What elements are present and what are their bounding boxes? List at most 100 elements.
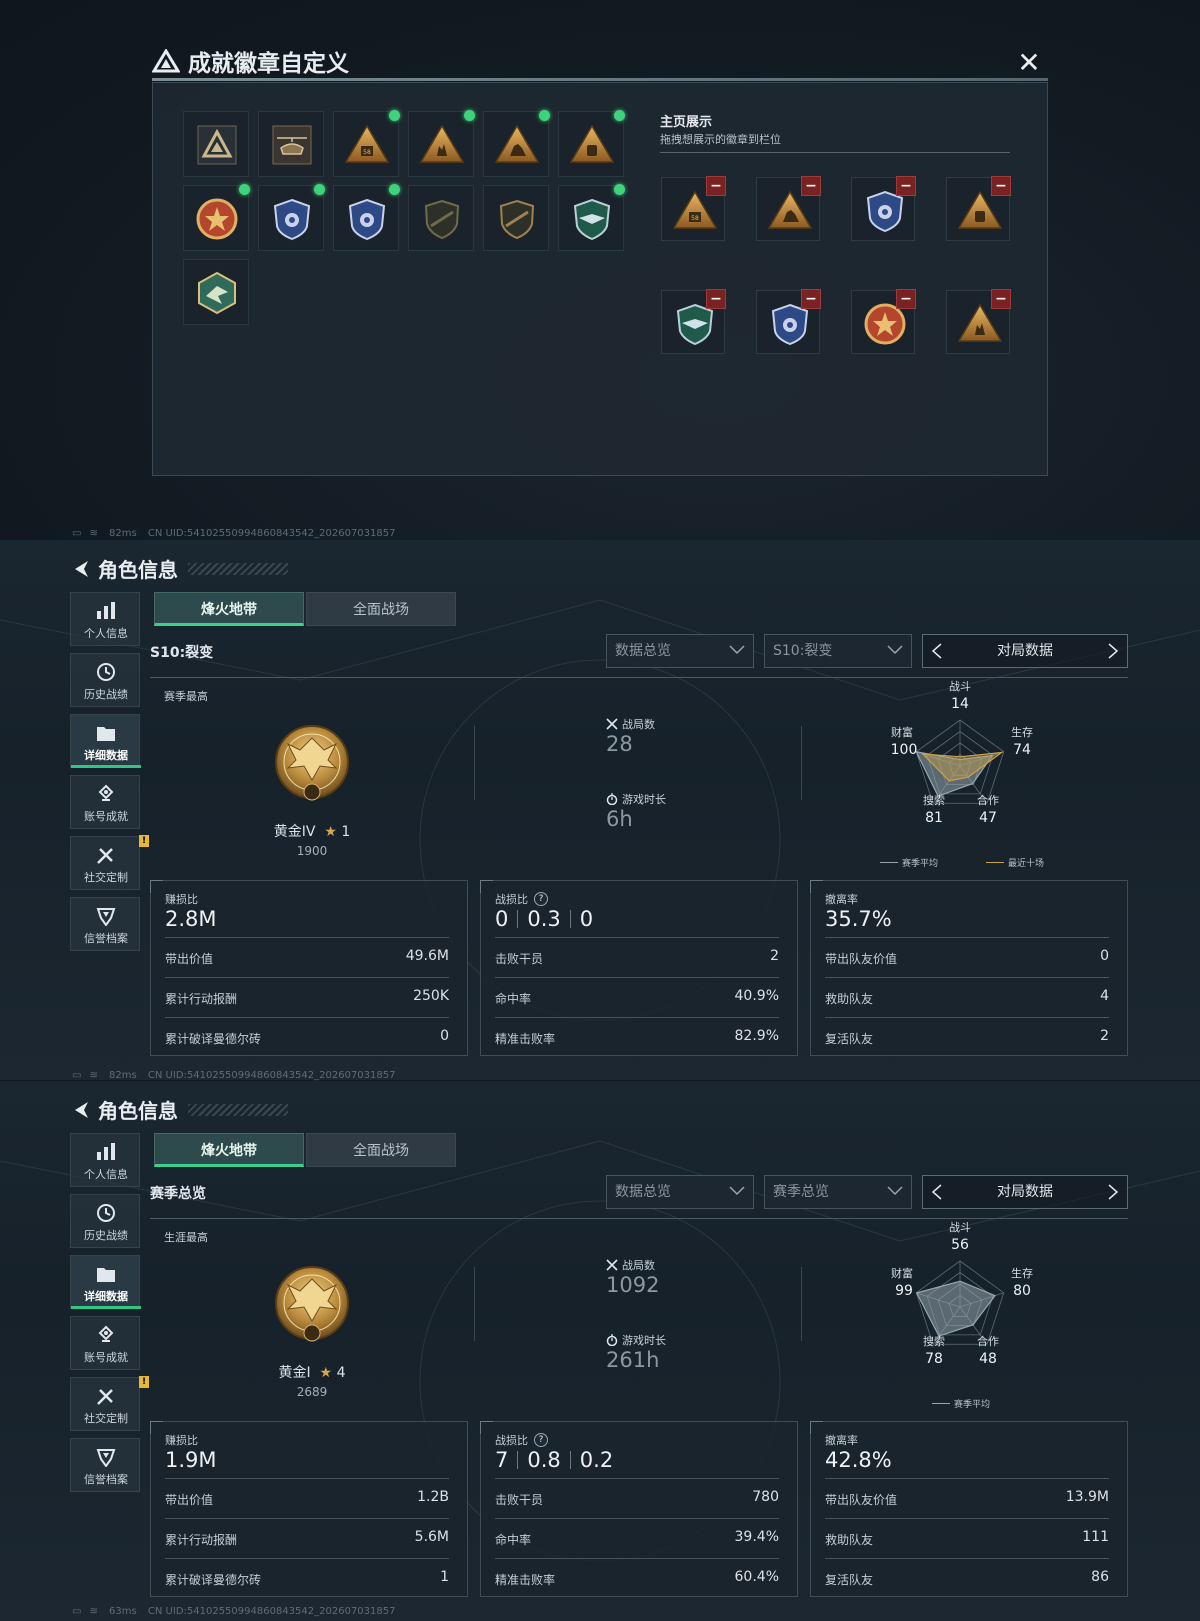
tab-full-battlefield[interactable]: 全面战场 <box>306 1133 456 1167</box>
remove-badge-button[interactable]: − <box>706 289 726 309</box>
help-icon[interactable]: ? <box>534 892 548 906</box>
mode-tabs: 烽火地带 全面战场 <box>154 1133 456 1167</box>
stat-label: 复活队友 <box>825 1032 874 1046</box>
stat-value: 0 <box>440 1028 449 1044</box>
display-slot[interactable]: 58 − <box>661 176 726 241</box>
nav-item[interactable]: 详细数据 <box>70 714 141 768</box>
stat-row: 复活队友 2 <box>825 1017 1109 1057</box>
display-slot[interactable]: − <box>851 176 916 241</box>
nav-item[interactable]: 详细数据 <box>70 1255 141 1309</box>
owned-badge-slot[interactable] <box>333 184 400 251</box>
nav-item[interactable]: 社交定制! <box>70 1376 149 1431</box>
display-slot[interactable]: − <box>946 289 1011 354</box>
nav-item[interactable]: 信誉档案 <box>70 897 140 951</box>
display-slot[interactable]: − <box>661 289 726 354</box>
stat-row: 累计行动报酬 5.6M <box>165 1518 449 1558</box>
chevron-left-icon[interactable] <box>931 1184 943 1200</box>
stopwatch-icon <box>606 793 618 805</box>
data-overview-dropdown[interactable]: 数据总览 <box>606 634 754 668</box>
divider <box>474 726 475 800</box>
page-title: 角色信息 <box>98 558 178 582</box>
back-arrow-icon[interactable] <box>70 1098 92 1122</box>
stat-row: 复活队友 86 <box>825 1558 1109 1598</box>
remove-badge-button[interactable]: − <box>991 176 1011 196</box>
display-slot[interactable]: − <box>756 176 821 241</box>
chevron-left-icon[interactable] <box>931 643 943 659</box>
season-dropdown[interactable]: S10:裂变 <box>764 634 912 668</box>
nav-item[interactable]: 社交定制! <box>70 835 149 890</box>
owned-badge-slot[interactable] <box>408 110 475 177</box>
backpack-58-triangle-icon: 58 <box>344 124 390 163</box>
hand-sign-triangle-icon <box>419 124 465 163</box>
pager-label: 对局数据 <box>997 1184 1053 1200</box>
owned-badge-slot[interactable] <box>483 110 550 177</box>
tab-warzone[interactable]: 烽火地带 <box>154 1133 304 1167</box>
nav-item-label: 信誉档案 <box>84 1473 128 1486</box>
equipped-indicator <box>239 184 250 195</box>
chevron-right-icon[interactable] <box>1107 1184 1119 1200</box>
nav-item[interactable]: 账号成就 <box>70 1316 140 1370</box>
bar-chart-icon <box>97 1143 115 1160</box>
nav-item[interactable]: 信誉档案 <box>70 1438 140 1492</box>
nav-item[interactable]: 账号成就 <box>70 775 140 829</box>
nav-item-label: 个人信息 <box>84 1168 128 1181</box>
stat-value: 60.4% <box>734 1569 779 1585</box>
radar-value-label: 100 <box>891 742 918 758</box>
display-slot[interactable]: − <box>851 289 916 354</box>
kd-value: 7 <box>495 1448 509 1472</box>
stat-value: 1.2B <box>417 1489 449 1505</box>
owned-badge-slot[interactable] <box>183 111 249 177</box>
stat-value: 0 <box>1100 948 1109 964</box>
rifle-shield-icon <box>424 199 460 240</box>
stat-label: 带出队友价值 <box>825 952 898 966</box>
radar-axis-label: 生存 <box>1011 1266 1033 1280</box>
nav-item[interactable]: 历史战绩 <box>70 1194 140 1248</box>
tab-warzone[interactable]: 烽火地带 <box>154 592 304 626</box>
remove-badge-button[interactable]: − <box>991 289 1011 309</box>
remove-badge-button[interactable]: − <box>896 289 916 309</box>
divider <box>569 910 571 928</box>
battery-icon: ▭ <box>72 528 82 539</box>
match-data-pager: 对局数据 <box>922 634 1128 668</box>
owned-badge-slot[interactable] <box>483 185 549 251</box>
owned-badge-slot[interactable] <box>558 184 625 251</box>
owned-badge-slot[interactable] <box>408 185 474 251</box>
stat-label: 累计破译曼德尔砖 <box>165 1032 262 1046</box>
owned-badge-slot[interactable]: 58 <box>333 110 400 177</box>
stat-row: 累计破译曼德尔砖 0 <box>165 1017 449 1057</box>
display-slot[interactable]: − <box>756 289 821 354</box>
remove-badge-button[interactable]: − <box>801 289 821 309</box>
chevron-right-icon[interactable] <box>1107 643 1119 659</box>
divider <box>801 1267 802 1341</box>
stat-value: 39.4% <box>734 1529 779 1545</box>
owned-badge-slot[interactable] <box>183 259 249 325</box>
owned-badge-slot[interactable] <box>183 184 250 251</box>
remove-badge-button[interactable]: − <box>896 176 916 196</box>
remove-badge-button[interactable]: − <box>801 176 821 196</box>
nav-item[interactable]: 个人信息 <box>70 1133 140 1187</box>
equipped-indicator <box>614 184 625 195</box>
radar-axis-label: 战斗 <box>949 1221 971 1234</box>
nav-item-label: 账号成就 <box>84 1351 128 1364</box>
section-title: 赛季总览 <box>150 1186 206 1202</box>
extraction-card: 撤离率 42.8% 带出队友价值 13.9M 救助队友 111 复活队友 86 <box>810 1421 1128 1597</box>
owned-badge-slot[interactable] <box>258 184 325 251</box>
display-slot[interactable]: − <box>946 176 1011 241</box>
stat-label: 带出价值 <box>165 952 214 966</box>
nav-item[interactable]: 历史战绩 <box>70 653 140 707</box>
season-dropdown[interactable]: 赛季总览 <box>764 1175 912 1209</box>
section-divider <box>150 1218 1128 1219</box>
owned-badge-slot[interactable] <box>558 110 625 177</box>
close-icon[interactable]: ✕ <box>1016 49 1042 77</box>
rank-score: 2689 <box>296 1385 328 1399</box>
stat-row: 命中率 40.9% <box>495 977 779 1017</box>
legend-swatch <box>880 862 898 863</box>
tab-full-battlefield[interactable]: 全面战场 <box>306 592 456 626</box>
data-overview-dropdown[interactable]: 数据总览 <box>606 1175 754 1209</box>
nav-item[interactable]: 个人信息 <box>70 592 140 646</box>
owned-badge-slot[interactable] <box>258 111 324 177</box>
back-arrow-icon[interactable] <box>70 557 92 581</box>
remove-badge-button[interactable]: − <box>706 176 726 196</box>
help-icon[interactable]: ? <box>534 1433 548 1447</box>
rank-score: 1900 <box>296 844 328 858</box>
